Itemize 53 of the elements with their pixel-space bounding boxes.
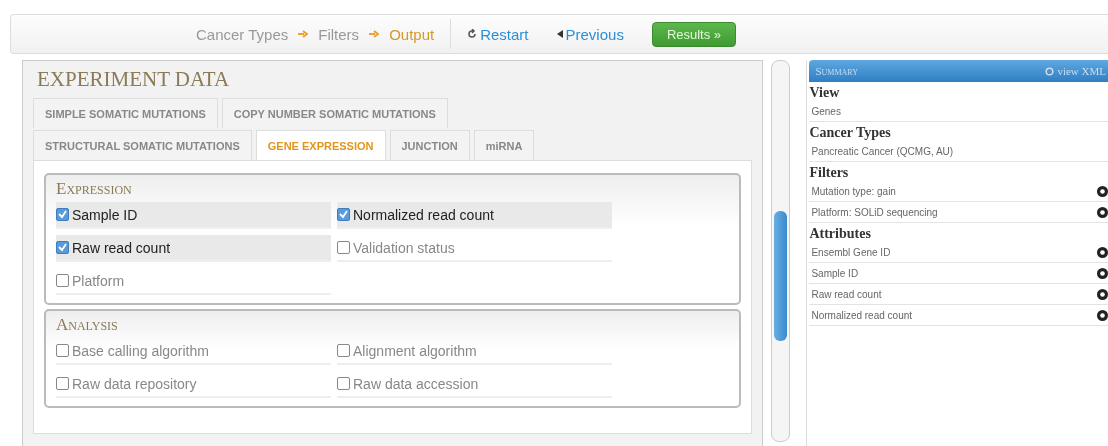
section-title: Analysis <box>56 315 119 335</box>
tab[interactable]: SIMPLE SOMATIC MUTATIONS <box>33 98 218 128</box>
ring-icon <box>1045 66 1055 76</box>
remove-icon[interactable] <box>1097 206 1108 218</box>
summary-item: Normalized read count <box>811 309 913 321</box>
option-checkbox[interactable]: Platform <box>56 268 331 295</box>
summary-item: Genes <box>811 105 841 117</box>
summary-item: Platform: SOLiD sequencing <box>811 206 938 218</box>
tab[interactable]: STRUCTURAL SOMATIC MUTATIONS <box>33 130 252 160</box>
checkmark-icon <box>58 243 67 252</box>
remove-icon[interactable] <box>1097 246 1108 258</box>
summary-item: Mutation type: gain <box>811 185 896 197</box>
option-checkbox[interactable]: Validation status <box>337 235 612 262</box>
tab[interactable]: GENE EXPRESSION <box>255 130 386 160</box>
remove-icon[interactable] <box>1097 309 1108 321</box>
view-xml-link[interactable]: view XML <box>1045 65 1106 77</box>
restart-icon <box>467 29 478 39</box>
restart-link[interactable]: Restart <box>467 25 529 43</box>
panel-title: EXPERIMENT DATA <box>36 66 231 93</box>
checkmark-icon <box>339 210 348 219</box>
summary-header: Summary view XML <box>809 60 1108 82</box>
arrow-icon <box>298 30 309 38</box>
remove-icon[interactable] <box>1097 288 1108 300</box>
summary-heading: View <box>809 84 841 101</box>
summary-item: Sample ID <box>811 267 859 279</box>
tab[interactable]: JUNCTION <box>389 130 470 160</box>
summary-heading: Filters <box>809 164 850 181</box>
tab[interactable]: COPY NUMBER SOMATIC MUTATIONS <box>221 98 448 128</box>
remove-icon[interactable] <box>1097 267 1108 279</box>
arrow-icon <box>369 30 380 38</box>
summary-item: Pancreatic Cancer (QCMG, AU) <box>811 145 954 157</box>
breadcrumb-step[interactable]: Output <box>389 25 435 43</box>
summary-item: Ensembl Gene ID <box>811 246 891 258</box>
summary-item: Raw read count <box>811 288 882 300</box>
option-checkbox[interactable]: Raw read count <box>56 235 331 262</box>
summary-heading: Attributes <box>809 225 872 242</box>
remove-icon[interactable] <box>1097 185 1108 197</box>
previous-link[interactable]: Previous <box>556 25 624 43</box>
option-checkbox[interactable]: Base calling algorithm <box>56 338 331 365</box>
scrollbar[interactable] <box>770 60 791 442</box>
option-checkbox[interactable]: Alignment algorithm <box>337 338 612 365</box>
option-checkbox[interactable]: Raw data accession <box>337 371 612 398</box>
option-checkbox[interactable]: Sample ID <box>56 202 331 229</box>
checkmark-icon <box>58 210 67 219</box>
results-button[interactable]: Results » <box>651 21 737 47</box>
breadcrumb-step[interactable]: Filters <box>318 25 360 43</box>
tab[interactable]: miRNA <box>473 130 535 160</box>
option-checkbox[interactable]: Raw data repository <box>56 371 331 398</box>
option-checkbox[interactable]: Normalized read count <box>337 202 612 229</box>
breadcrumb-step[interactable]: Cancer Types <box>196 25 289 43</box>
triangle-icon <box>556 30 563 38</box>
section-title: Expression <box>56 179 133 199</box>
summary-heading: Cancer Types <box>809 124 892 141</box>
